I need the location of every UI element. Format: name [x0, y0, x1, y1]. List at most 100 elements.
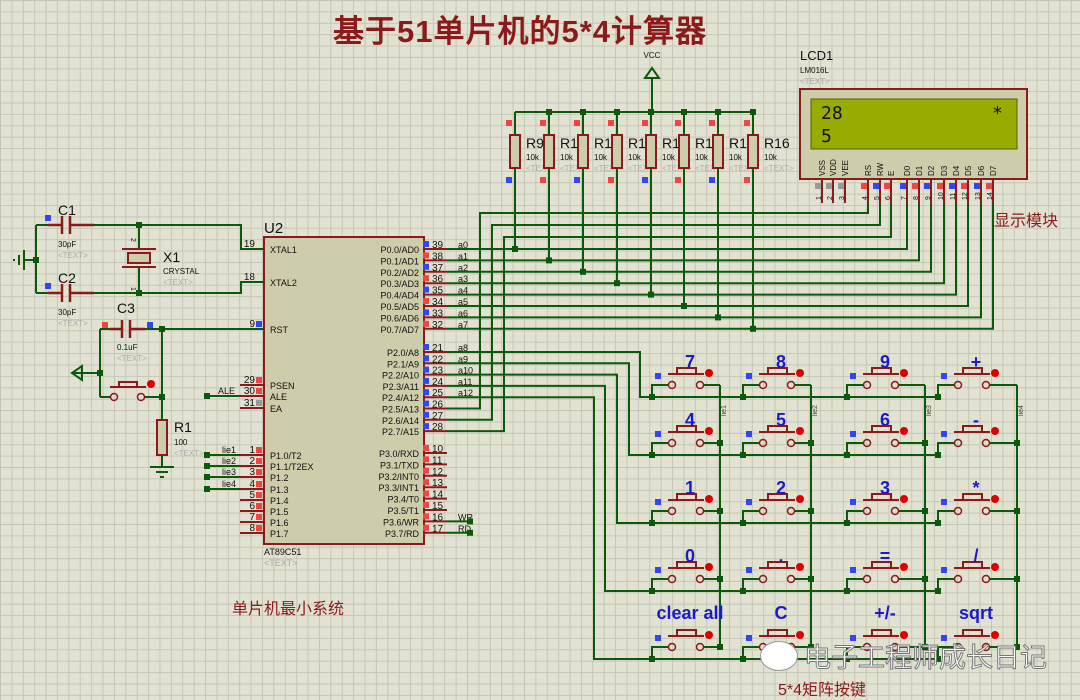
button-contact — [786, 574, 796, 584]
pullup-resistor[interactable] — [678, 134, 690, 169]
pullup-resistor[interactable] — [712, 134, 724, 169]
resistor-value: 10k — [526, 153, 540, 162]
pin-number: 15 — [432, 501, 444, 512]
pullup-resistor[interactable] — [645, 134, 657, 169]
pin-name: P1.4 — [270, 496, 289, 506]
r1-resistor[interactable] — [156, 419, 168, 456]
pin-marker — [941, 567, 947, 573]
button-actuator-icon[interactable] — [900, 563, 908, 571]
button-contact — [758, 438, 768, 448]
c3-capacitor[interactable] — [110, 320, 145, 338]
pin-marker — [655, 635, 661, 641]
pin-marker — [746, 499, 752, 505]
pin-name: P0.4/AD4 — [380, 291, 419, 301]
pin-marker — [256, 514, 262, 520]
pin-marker — [423, 456, 429, 463]
junction-dot — [467, 529, 473, 536]
key-button[interactable] — [954, 561, 990, 569]
button-actuator-icon[interactable] — [705, 369, 713, 377]
crystal-body[interactable] — [127, 252, 151, 264]
key-label-sqrt: sqrt — [959, 603, 993, 623]
button-actuator-icon[interactable] — [147, 380, 155, 388]
button-actuator-icon[interactable] — [900, 495, 908, 503]
c2-capacitor[interactable] — [48, 284, 94, 302]
button-actuator-icon[interactable] — [705, 563, 713, 571]
key-button[interactable] — [759, 561, 795, 569]
lcd-pin-number: 5 — [874, 196, 881, 200]
pin-marker — [850, 373, 856, 379]
pin-name: P3.3/INT1 — [378, 483, 419, 493]
lcd-pin-name: D3 — [940, 165, 949, 176]
pin-marker — [746, 635, 752, 641]
pin-number: 7 — [249, 512, 255, 523]
button-actuator-icon[interactable] — [991, 495, 999, 503]
pin-name: P3.7/RD — [385, 529, 420, 539]
pin-marker — [941, 373, 947, 379]
button-actuator-icon[interactable] — [991, 563, 999, 571]
pin-marker — [744, 120, 750, 126]
button-actuator-icon[interactable] — [705, 631, 713, 639]
reset-button[interactable] — [110, 381, 146, 388]
pullup-resistor[interactable] — [543, 134, 555, 169]
junction-dot — [922, 440, 928, 446]
pin-number: 8 — [249, 523, 255, 534]
lcd-pin-name: RS — [864, 165, 873, 176]
key-label-clearall: clear all — [656, 603, 723, 623]
c1-capacitor[interactable] — [48, 216, 94, 234]
button-contact — [695, 438, 705, 448]
lcd-pin-number: 14 — [987, 192, 994, 200]
pullup-resistor[interactable] — [611, 134, 623, 169]
junction-dot — [922, 508, 928, 514]
pullup-resistor[interactable] — [509, 134, 521, 169]
pin-name: P3.5/T1 — [387, 506, 419, 516]
button-actuator-icon[interactable] — [900, 427, 908, 435]
net-label: ALE — [218, 386, 235, 396]
pin-number: 26 — [432, 400, 444, 411]
junction-dot — [808, 440, 814, 446]
pullup-resistor[interactable] — [747, 134, 759, 169]
lcd-pin-number: 8 — [913, 196, 920, 200]
pin-marker — [506, 177, 512, 183]
resistor-value: 10k — [695, 153, 709, 162]
button-contact — [695, 506, 705, 516]
button-contact — [758, 506, 768, 516]
key-label-: +/- — [874, 603, 896, 623]
pin-marker — [884, 183, 890, 189]
resistor-value: 10k — [764, 153, 778, 162]
key-button[interactable] — [668, 629, 704, 637]
pin-marker — [675, 177, 681, 183]
button-actuator-icon[interactable] — [796, 369, 804, 377]
pin-name: P2.4/A12 — [382, 393, 419, 403]
button-contact — [695, 574, 705, 584]
button-actuator-icon[interactable] — [796, 427, 804, 435]
button-contact — [695, 380, 705, 390]
pullup-resistor[interactable] — [577, 134, 589, 169]
button-actuator-icon[interactable] — [991, 369, 999, 377]
column-net-label: lie3 — [926, 405, 933, 416]
button-contact — [953, 380, 963, 390]
key-label-5: 5 — [776, 410, 786, 430]
button-actuator-icon[interactable] — [705, 495, 713, 503]
wechat-icon — [760, 640, 798, 671]
button-actuator-icon[interactable] — [705, 427, 713, 435]
pin-marker — [746, 431, 752, 437]
button-contact — [758, 574, 768, 584]
c2-value: 30pF — [58, 308, 76, 317]
button-actuator-icon[interactable] — [796, 495, 804, 503]
button-contact — [786, 506, 796, 516]
resistor-ref: R1 — [628, 135, 646, 151]
button-actuator-icon[interactable] — [796, 563, 804, 571]
button-actuator-icon[interactable] — [900, 369, 908, 377]
button-actuator-icon[interactable] — [991, 427, 999, 435]
schematic-canvas[interactable]: U2AT89C51<TEXT>19 XTAL118 XTAL29 RST29 PSEN3… — [0, 0, 1080, 699]
c3-ref: C3 — [117, 300, 135, 316]
lcd-ref: LCD1 — [800, 48, 833, 63]
key-label-8: 8 — [776, 352, 786, 372]
pin-name: P3.1/TXD — [380, 460, 420, 470]
lcd-pin-name: D2 — [927, 165, 936, 176]
pin-marker — [746, 567, 752, 573]
pin-number: 25 — [432, 388, 444, 399]
button-contact — [667, 574, 677, 584]
key-button[interactable] — [954, 425, 990, 433]
resistor-ref: R1 — [729, 135, 747, 151]
